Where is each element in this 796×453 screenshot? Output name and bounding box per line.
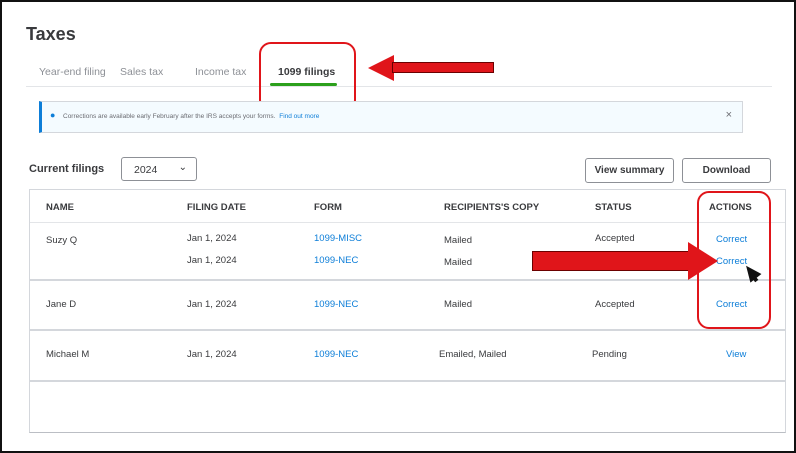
column-header-status: STATUS (595, 202, 632, 213)
form-link[interactable]: 1099-MISC (314, 233, 362, 244)
filings-table: NAME FILING DATE FORM RECIPIENTS'S COPY … (29, 189, 786, 433)
year-value: 2024 (134, 164, 158, 176)
page-title: Taxes (26, 24, 76, 44)
column-header-name: NAME (46, 202, 74, 213)
current-filings-label: Current filings (29, 163, 105, 175)
view-link[interactable]: View (726, 349, 746, 360)
arrow-to-tab-shaft (392, 62, 494, 73)
row-filing-date: Jan 1, 2024 (187, 299, 237, 310)
arrow-to-correct-icon (688, 242, 718, 280)
column-header-filing-date: FILING DATE (187, 202, 246, 213)
view-summary-button[interactable]: View summary (585, 158, 674, 183)
row-status: Accepted (595, 233, 635, 244)
year-select[interactable]: 2024 ⌄ (121, 157, 197, 181)
arrow-to-correct-shaft (532, 251, 690, 271)
header-divider (30, 222, 785, 223)
form-link[interactable]: 1099-NEC (314, 255, 358, 266)
row-filing-date: Jan 1, 2024 (187, 255, 237, 266)
window-frame: Taxes Year-end filing Sales tax Income t… (0, 0, 796, 453)
column-header-form: FORM (314, 202, 342, 213)
row-name: Michael M (46, 349, 90, 360)
info-banner: ● Corrections are available early Februa… (39, 101, 743, 133)
row-name: Jane D (46, 299, 77, 310)
row-recipients-copy: Mailed (444, 257, 472, 268)
tab-income-tax[interactable]: Income tax (195, 66, 246, 78)
row-divider (30, 279, 785, 281)
chevron-down-icon: ⌄ (178, 162, 187, 173)
banner-text: Corrections are available early February… (63, 113, 276, 120)
form-link[interactable]: 1099-NEC (314, 349, 358, 360)
lightbulb-icon: ● (50, 110, 56, 120)
row-divider (30, 329, 785, 331)
tabs-divider (26, 86, 772, 87)
row-filing-date: Jan 1, 2024 (187, 349, 237, 360)
row-recipients-copy: Mailed (444, 299, 472, 310)
row-name: Suzy Q (46, 235, 78, 246)
row-recipients-copy: Emailed, Mailed (439, 349, 507, 360)
tab-year-end-filing[interactable]: Year-end filing (39, 66, 106, 78)
tab-sales-tax[interactable]: Sales tax (120, 66, 163, 78)
close-icon[interactable]: × (726, 109, 732, 121)
row-recipients-copy: Mailed (444, 235, 472, 246)
row-status: Accepted (595, 299, 635, 310)
row-filing-date: Jan 1, 2024 (187, 233, 237, 244)
find-out-more-link[interactable]: Find out more (279, 113, 319, 120)
arrow-to-tab-icon (368, 55, 394, 81)
row-status: Pending (592, 349, 627, 360)
column-header-recipients-copy: RECIPIENTS'S COPY (444, 202, 540, 213)
row-divider (30, 380, 785, 382)
form-link[interactable]: 1099-NEC (314, 299, 358, 310)
download-button[interactable]: Download (682, 158, 771, 183)
